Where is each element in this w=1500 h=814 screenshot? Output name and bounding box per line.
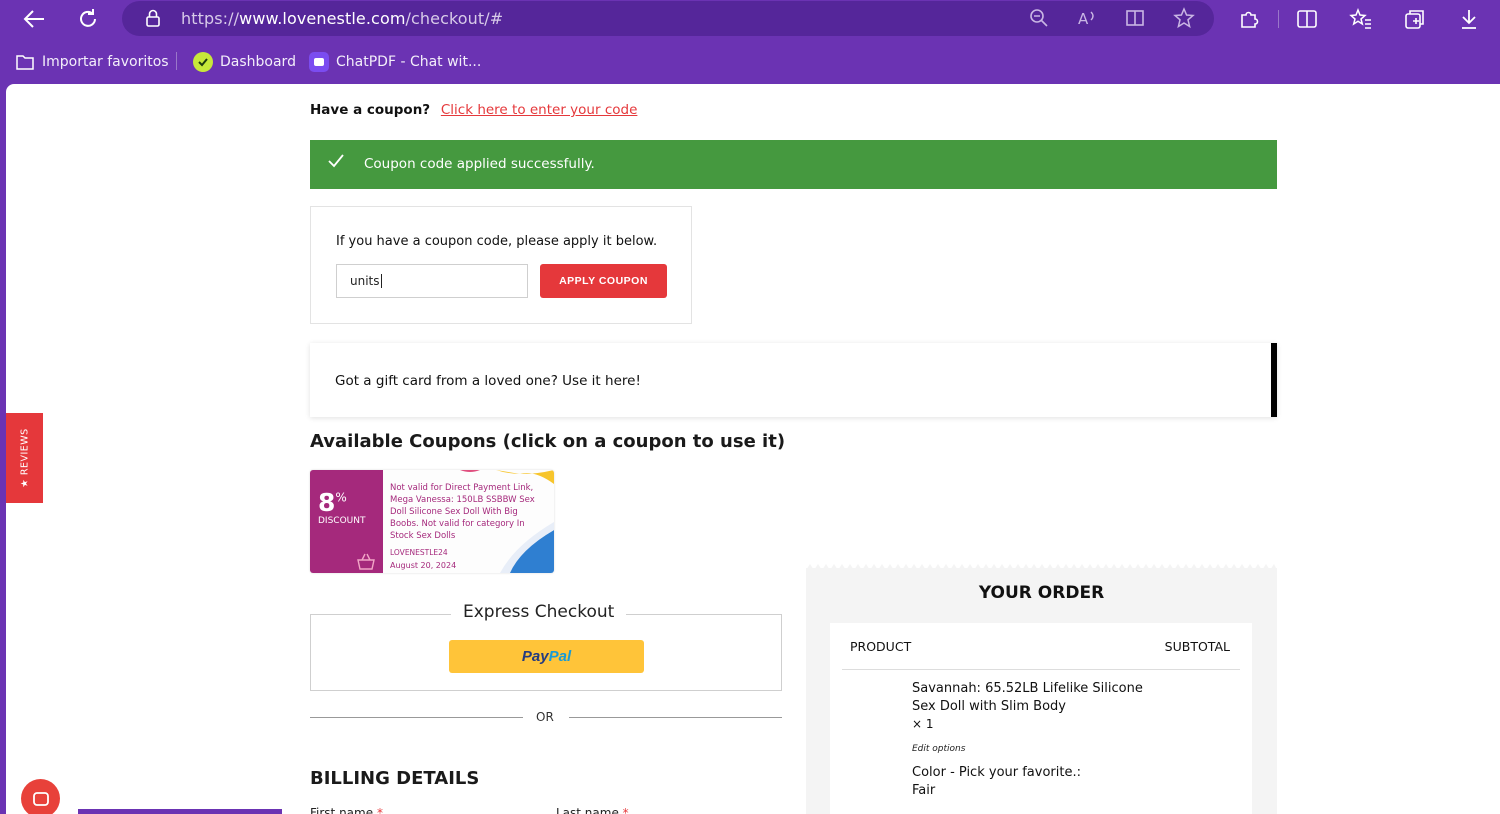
- favorites-icon[interactable]: [1348, 6, 1374, 32]
- bottom-bar: [78, 809, 282, 814]
- download-icon[interactable]: [1456, 6, 1482, 32]
- checkout-page: Have a coupon? Click here to enter your …: [6, 84, 1500, 814]
- bookmarks-divider: [176, 52, 177, 70]
- lock-icon[interactable]: [140, 5, 166, 31]
- enter-coupon-link[interactable]: Click here to enter your code: [441, 102, 638, 118]
- chat-icon: [32, 791, 49, 806]
- collections-icon[interactable]: [1402, 6, 1428, 32]
- split-screen-icon[interactable]: [1294, 6, 1320, 32]
- coupon-expiry: August 20, 2024: [390, 561, 457, 570]
- extensions-icon[interactable]: [1236, 6, 1262, 32]
- import-folder-icon: [15, 52, 35, 72]
- coupon-code-input[interactable]: units: [336, 264, 528, 298]
- order-table: PRODUCT SUBTOTAL Savannah: 65.52LB Lifel…: [830, 623, 1252, 814]
- last-name-label: Last name *: [556, 806, 629, 814]
- gift-basket-icon: [357, 553, 375, 570]
- order-zigzag-edge: [806, 564, 1277, 570]
- first-name-label: First name *: [310, 806, 383, 814]
- chat-launcher-button[interactable]: [21, 779, 60, 814]
- url-text: https://www.lovenestle.com/checkout/#: [181, 9, 504, 28]
- bookmark-import-favorites[interactable]: Importar favoritos: [15, 52, 169, 72]
- coupon-amount: 8%: [318, 488, 347, 517]
- coupon-code: LOVENESTLE24: [390, 548, 448, 557]
- order-item-name: Savannah: 65.52LB Lifelike Silicone Sex …: [912, 681, 1143, 714]
- billing-details-title: BILLING DETAILS: [310, 768, 480, 789]
- available-coupons-title: Available Coupons (click on a coupon to …: [310, 431, 786, 452]
- read-aloud-icon[interactable]: A: [1075, 5, 1101, 31]
- browser-toolbar: https://www.lovenestle.com/checkout/# A: [0, 0, 1500, 38]
- address-bar[interactable]: https://www.lovenestle.com/checkout/# A: [122, 1, 1214, 36]
- toolbar-divider: [1278, 10, 1279, 28]
- express-checkout: Express Checkout PayPal: [310, 602, 782, 691]
- apply-coupon-button[interactable]: APPLY COUPON: [540, 264, 667, 298]
- or-divider: OR: [310, 710, 782, 724]
- edit-options-link[interactable]: Edit options: [912, 744, 965, 754]
- coupon-card[interactable]: 8% DISCOUNT Not valid for Direct Payment…: [310, 470, 554, 573]
- bookmark-dashboard[interactable]: Dashboard: [193, 52, 296, 72]
- reviews-tab[interactable]: ★ REVIEWS: [6, 413, 43, 503]
- favorite-star-icon[interactable]: [1171, 5, 1197, 31]
- zoom-icon[interactable]: [1026, 5, 1052, 31]
- immersive-reader-icon[interactable]: [1123, 5, 1149, 31]
- bookmark-chatpdf[interactable]: ChatPDF - Chat wit...: [309, 52, 481, 72]
- refresh-icon[interactable]: [75, 6, 101, 32]
- paypal-button[interactable]: PayPal: [449, 640, 644, 673]
- coupon-success-notice: Coupon code applied successfully.: [310, 140, 1277, 189]
- gift-card-section[interactable]: Got a gift card from a loved one? Use it…: [310, 343, 1277, 417]
- bookmarks-bar: Importar favoritos Dashboard ChatPDF - C…: [0, 40, 1500, 82]
- coupon-form: If you have a coupon code, please apply …: [310, 206, 692, 324]
- checkmark-icon: [328, 154, 344, 172]
- order-item-qty: × 1: [912, 717, 934, 731]
- order-summary: YOUR ORDER PRODUCT SUBTOTAL Savannah: 65…: [806, 564, 1277, 814]
- coupon-discount-panel: 8% DISCOUNT: [310, 470, 383, 573]
- dashboard-icon: [193, 52, 213, 72]
- svg-text:A: A: [1078, 10, 1089, 28]
- coupon-prompt: Have a coupon? Click here to enter your …: [310, 102, 638, 118]
- back-icon[interactable]: [21, 6, 47, 32]
- order-item-option: Color - Pick your favorite.: Fair: [912, 765, 1081, 798]
- coupon-description: Not valid for Direct Payment Link, Mega …: [390, 483, 535, 541]
- chatpdf-icon: [309, 52, 329, 72]
